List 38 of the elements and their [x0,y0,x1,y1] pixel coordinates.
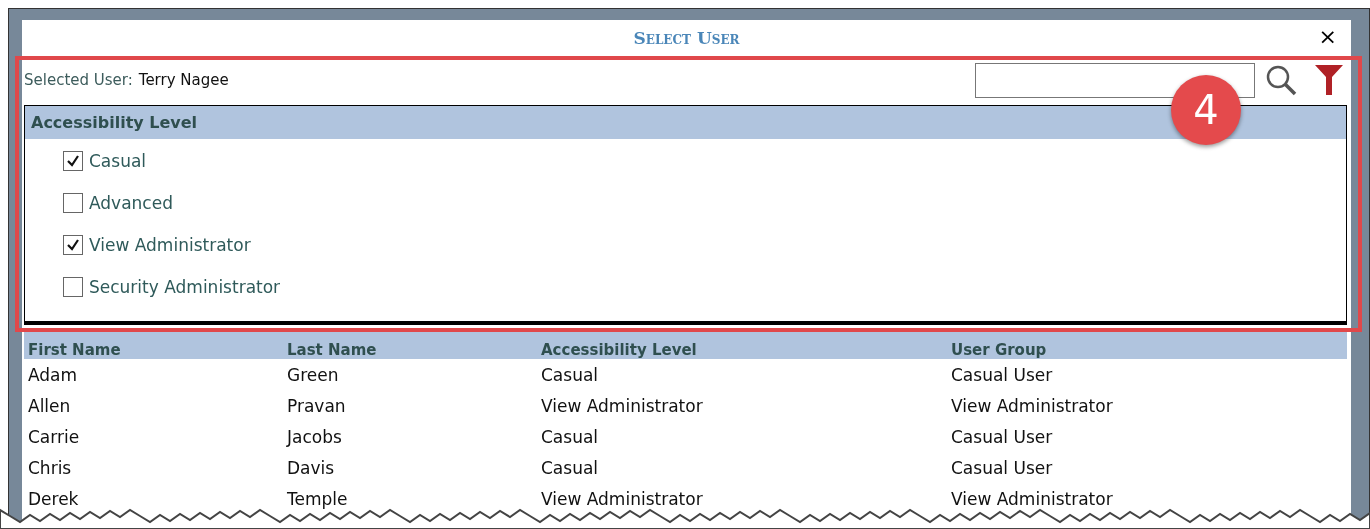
option-label: View Administrator [89,235,251,255]
table-cell-text: Davis [287,457,336,478]
column-header[interactable]: User Group [951,341,1347,359]
table-cell-text: View Administrator [951,395,1114,416]
filter-icon[interactable] [1315,65,1343,95]
option-label: Advanced [89,193,173,213]
table-cell-text: Pravan [287,395,347,416]
table-cell-text: Allen [28,395,72,416]
option-label: Casual [89,151,147,171]
checkbox[interactable] [63,277,83,297]
table-cell-text: Green [287,364,340,385]
table-cell-text: Jacobs [287,426,343,447]
table-cell-text: Casual User [951,426,1054,447]
option-label: Security Administrator [89,277,281,297]
table-cell-text: View Administrator [951,488,1114,509]
selected-user-label: Selected User: [24,71,133,89]
checkbox[interactable] [63,235,83,255]
column-header[interactable]: Accessibility Level [541,341,951,359]
table-cell-text: Carrie [28,426,81,447]
table-cell-text: Casual User [951,364,1054,385]
close-button[interactable]: × [1314,26,1341,48]
column-header[interactable]: Last Name [287,341,541,359]
checkbox[interactable] [63,151,83,171]
table-cell-text: Derek [28,488,80,509]
table-cell-text: Chris [28,457,73,478]
column-header[interactable]: First Name [28,341,287,359]
table-cell-text: View Administrator [541,488,704,509]
checkbox[interactable] [63,193,83,213]
search-icon[interactable] [1265,64,1297,96]
table-cell-text: Temple [287,488,349,509]
table-cell-text: Casual [541,457,600,478]
table-cell-text: Casual User [951,457,1054,478]
table-cell-text: Casual [541,426,600,447]
selected-user-value: Terry Nagee [138,71,229,89]
table-cell-text: Adam [28,364,79,385]
table-cell-text: Casual [541,364,600,385]
table-cell-text: View Administrator [541,395,704,416]
dialog-title: Select User [633,27,740,48]
